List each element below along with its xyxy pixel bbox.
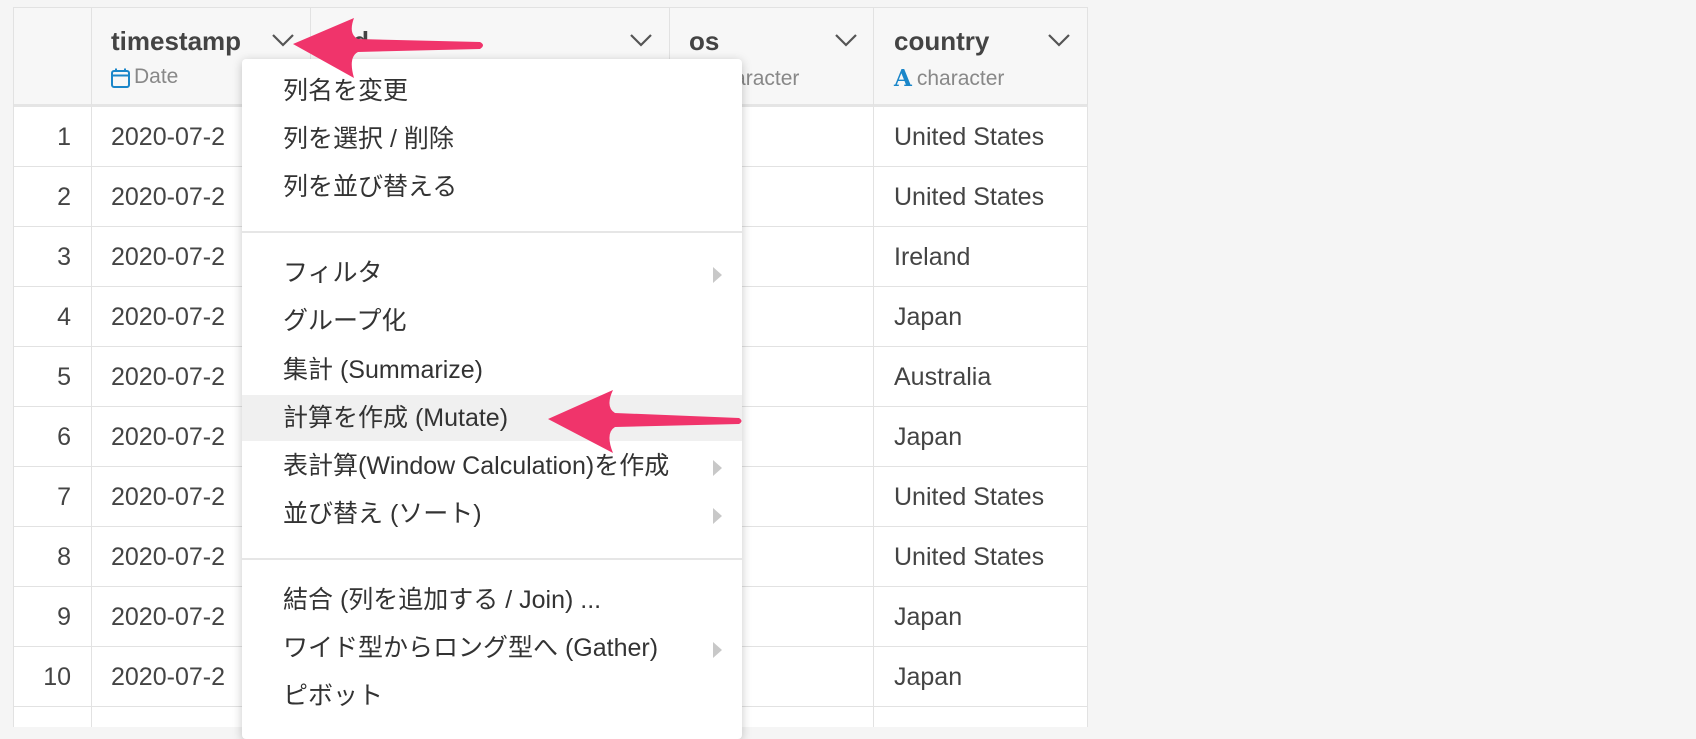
menu-item-join[interactable]: 結合 (列を追加する / Join) ... bbox=[242, 577, 742, 623]
menu-item-select-delete[interactable]: 列を選択 / 削除 bbox=[242, 116, 742, 162]
menu-item-label: 結合 (列を追加する / Join) ... bbox=[283, 586, 602, 614]
submenu-arrow-icon bbox=[713, 267, 722, 283]
menu-item-sort[interactable]: 並び替え (ソート) bbox=[242, 491, 742, 537]
submenu-arrow-icon bbox=[713, 508, 722, 524]
menu-item-pivot[interactable]: ピボット bbox=[242, 673, 742, 719]
menu-separator bbox=[242, 231, 742, 233]
country-cell: Japan bbox=[874, 407, 1088, 467]
menu-item-label: 集計 (Summarize) bbox=[283, 356, 484, 384]
row-index: 5 bbox=[14, 347, 92, 407]
index-header bbox=[14, 7, 92, 107]
menu-item-label: 列を並び替える bbox=[283, 173, 458, 201]
column-name: timestamp bbox=[111, 26, 242, 56]
chevron-down-icon[interactable] bbox=[629, 32, 653, 48]
country-cell: Japan bbox=[874, 647, 1088, 707]
column-name: country bbox=[894, 26, 990, 56]
menu-item-label: 列を選択 / 削除 bbox=[283, 125, 454, 153]
country-cell: Japan bbox=[874, 287, 1088, 347]
row-index: 8 bbox=[14, 527, 92, 587]
row-index: 3 bbox=[14, 227, 92, 287]
country-cell: United States bbox=[874, 467, 1088, 527]
submenu-arrow-icon bbox=[713, 642, 722, 658]
menu-item-label: グループ化 bbox=[283, 307, 407, 335]
country-cell: United States bbox=[874, 107, 1088, 167]
row-index: 1 bbox=[14, 107, 92, 167]
annotation-arrow-icon bbox=[293, 18, 483, 78]
country-cell: United States bbox=[874, 167, 1088, 227]
column-header-country[interactable]: country A character bbox=[874, 7, 1088, 107]
menu-separator bbox=[242, 558, 742, 560]
row-index: 10 bbox=[14, 647, 92, 707]
menu-item-gather[interactable]: ワイド型からロング型へ (Gather) bbox=[242, 625, 742, 671]
menu-item-label: ピボット bbox=[283, 682, 384, 710]
submenu-arrow-icon bbox=[713, 460, 722, 476]
menu-item-label: ワイド型からロング型へ (Gather) bbox=[283, 634, 659, 662]
row-index: 2 bbox=[14, 167, 92, 227]
calendar-icon bbox=[111, 68, 130, 88]
menu-item-label: フィルタ bbox=[283, 259, 383, 287]
chevron-down-icon[interactable] bbox=[834, 32, 858, 48]
row-index: 9 bbox=[14, 587, 92, 647]
row-index bbox=[14, 707, 92, 727]
menu-item-reorder-columns[interactable]: 列を並び替える bbox=[242, 164, 742, 210]
annotation-arrow-icon bbox=[548, 390, 742, 453]
menu-item-filter[interactable]: フィルタ bbox=[242, 250, 742, 296]
column-type: A character bbox=[894, 65, 1005, 92]
column-type: Date bbox=[111, 65, 178, 89]
country-cell: Ireland bbox=[874, 227, 1088, 287]
column-name: os bbox=[689, 26, 720, 56]
character-type-icon: A bbox=[894, 65, 912, 92]
menu-item-label: 並び替え (ソート) bbox=[283, 500, 482, 528]
row-index: 4 bbox=[14, 287, 92, 347]
menu-item-group[interactable]: グループ化 bbox=[242, 298, 742, 344]
country-cell: Japan bbox=[874, 587, 1088, 647]
country-cell: Australia bbox=[874, 347, 1088, 407]
menu-item-label: 計算を作成 (Mutate) bbox=[283, 404, 509, 432]
row-index: 6 bbox=[14, 407, 92, 467]
country-cell bbox=[874, 707, 1088, 727]
row-index: 7 bbox=[14, 467, 92, 527]
country-cell: United States bbox=[874, 527, 1088, 587]
chevron-down-icon[interactable] bbox=[1047, 32, 1071, 48]
